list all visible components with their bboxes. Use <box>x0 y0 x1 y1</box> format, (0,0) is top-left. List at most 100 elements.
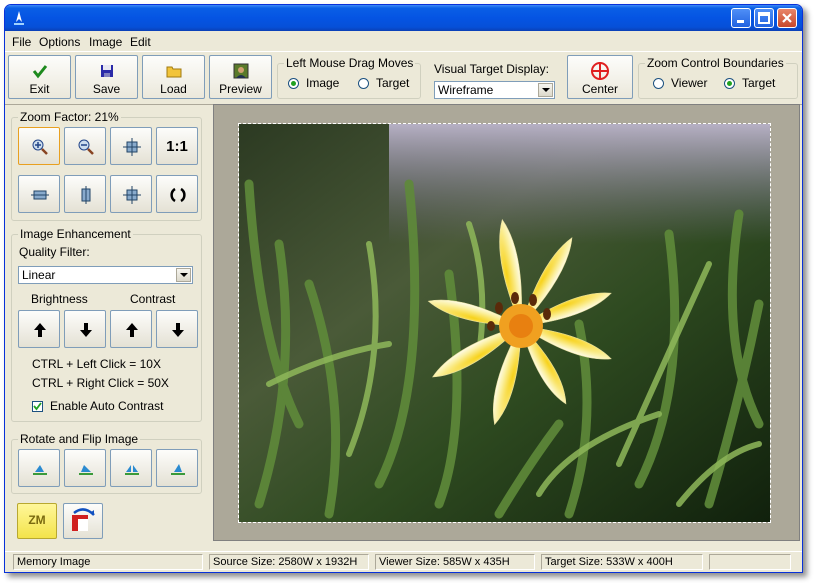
drag-moves-group: Left Mouse Drag Moves Image Target <box>277 56 421 99</box>
menu-image[interactable]: Image <box>89 35 122 49</box>
boundary-viewer-radio[interactable] <box>653 78 664 89</box>
zoom-in-icon <box>32 139 48 155</box>
fit-window-icon <box>123 138 141 156</box>
maximize-button[interactable] <box>754 8 774 28</box>
brightness-label: Brightness <box>31 292 88 306</box>
fit-width-icon <box>31 190 49 200</box>
minimize-icon <box>737 20 744 23</box>
zoom-factor-group: Zoom Factor: 21% 1:1 <box>11 110 202 221</box>
contrast-down-button[interactable] <box>156 310 198 348</box>
rotate-right-button[interactable] <box>64 449 106 487</box>
app-logo-button[interactable] <box>63 503 103 539</box>
rotate-left-button[interactable] <box>18 449 60 487</box>
fit-height-button[interactable] <box>64 175 106 213</box>
drag-moves-legend: Left Mouse Drag Moves <box>284 56 416 70</box>
status-viewer-size: Viewer Size: 585W x 435H <box>375 554 535 570</box>
center-button[interactable]: Center <box>567 55 633 99</box>
folder-icon <box>166 66 181 78</box>
boundary-target-label: Target <box>742 76 776 90</box>
menu-edit[interactable]: Edit <box>130 35 151 49</box>
zm-logo-text: ZM <box>28 513 46 527</box>
flip-horizontal-icon <box>125 465 139 475</box>
app-icon <box>14 11 24 25</box>
arrow-up-icon <box>126 323 138 337</box>
minimize-button[interactable] <box>731 8 751 28</box>
image-viewer[interactable] <box>213 104 800 541</box>
visual-target-value: Wireframe <box>438 83 494 97</box>
close-icon <box>782 13 792 23</box>
one-to-one-label: 1:1 <box>166 138 188 155</box>
arrow-down-icon <box>172 323 184 337</box>
title-bar[interactable] <box>5 5 802 31</box>
preview-label: Preview <box>219 82 262 96</box>
fit-height-icon <box>81 186 91 204</box>
brightness-down-button[interactable] <box>64 310 106 348</box>
crosshair-icon <box>591 62 609 80</box>
arrow-up-icon <box>34 323 46 337</box>
flip-horizontal-button[interactable] <box>110 449 152 487</box>
status-bar: Memory Image Source Size: 2580W x 1932H … <box>5 551 802 572</box>
quality-filter-label: Quality Filter: <box>19 245 90 259</box>
status-extra <box>709 554 791 570</box>
fit-width-button[interactable] <box>18 175 60 213</box>
zoom-actual-size-button[interactable]: 1:1 <box>156 127 198 165</box>
flip-vertical-icon <box>171 464 185 475</box>
auto-contrast-checkbox[interactable] <box>32 401 43 412</box>
floppy-disk-icon <box>100 65 113 77</box>
boundary-viewer-label: Viewer <box>671 76 708 90</box>
quality-filter-select[interactable]: Linear <box>18 266 193 284</box>
zoom-factor-legend: Zoom Factor: 21% <box>18 110 121 124</box>
drag-image-radio[interactable] <box>288 78 299 89</box>
chevron-down-icon[interactable] <box>176 268 191 282</box>
zoom-in-button[interactable] <box>18 127 60 165</box>
flip-vertical-button[interactable] <box>156 449 198 487</box>
visual-target-select[interactable]: Wireframe <box>434 81 555 99</box>
app-logo-icon <box>72 508 95 531</box>
save-button[interactable]: Save <box>75 55 138 99</box>
flower-photo <box>239 124 770 522</box>
ctrl-left-click-hint: CTRL + Left Click = 10X <box>32 357 161 371</box>
maximize-icon <box>758 12 770 24</box>
rotate-right-icon <box>79 465 93 475</box>
zoom-out-button[interactable] <box>64 127 106 165</box>
status-source: Memory Image <box>13 554 203 570</box>
target-image-frame[interactable] <box>238 123 771 523</box>
menu-bar: File Options Image Edit <box>5 32 802 51</box>
drag-target-label: Target <box>376 76 410 90</box>
main-window: File Options Image Edit Exit Save Load P… <box>4 4 803 573</box>
drag-target-radio[interactable] <box>358 78 369 89</box>
zm-logo-button[interactable]: ZM <box>17 503 57 539</box>
reset-zoom-button[interactable] <box>156 175 198 213</box>
load-label: Load <box>160 82 187 96</box>
zoom-fit-button[interactable] <box>110 127 152 165</box>
preview-button[interactable]: Preview <box>209 55 272 99</box>
exit-label: Exit <box>29 82 50 96</box>
load-button[interactable]: Load <box>142 55 205 99</box>
refresh-icon <box>170 187 186 203</box>
visual-target-label: Visual Target Display: <box>434 62 549 76</box>
zoom-boundaries-legend: Zoom Control Boundaries <box>645 56 786 70</box>
fit-both-button[interactable] <box>110 175 152 213</box>
contrast-up-button[interactable] <box>110 310 152 348</box>
boundary-target-radio[interactable] <box>724 78 735 89</box>
portrait-icon <box>233 63 248 79</box>
status-target-size: Target Size: 533W x 400H <box>541 554 703 570</box>
close-button[interactable] <box>777 8 797 28</box>
save-label: Save <box>92 82 121 96</box>
zoom-boundaries-group: Zoom Control Boundaries Viewer Target <box>638 56 798 99</box>
rotate-flip-legend: Rotate and Flip Image <box>18 432 141 446</box>
status-source-size: Source Size: 2580W x 1932H <box>209 554 369 570</box>
toolbar: Exit Save Load Preview Left Mouse Drag M… <box>5 51 802 105</box>
menu-file[interactable]: File <box>12 35 31 49</box>
quality-filter-value: Linear <box>22 268 56 282</box>
menu-options[interactable]: Options <box>39 35 80 49</box>
rotate-left-icon <box>33 465 47 475</box>
ctrl-right-click-hint: CTRL + Right Click = 50X <box>32 376 169 390</box>
zoom-out-icon <box>78 139 94 155</box>
center-label: Center <box>581 82 619 96</box>
brightness-up-button[interactable] <box>18 310 60 348</box>
contrast-label: Contrast <box>130 292 176 306</box>
rotate-flip-group: Rotate and Flip Image <box>11 432 202 494</box>
exit-button[interactable]: Exit <box>8 55 71 99</box>
chevron-down-icon[interactable] <box>538 83 553 97</box>
